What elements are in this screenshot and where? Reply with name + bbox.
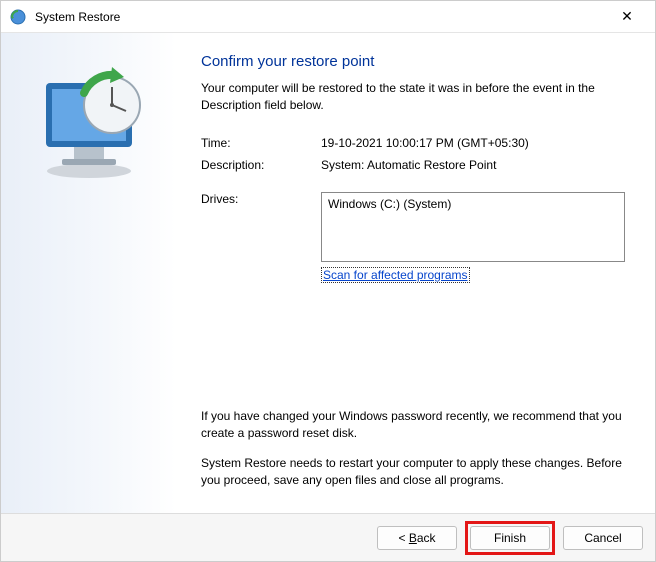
notes: If you have changed your Windows passwor… xyxy=(201,408,625,503)
description-row: Description: System: Automatic Restore P… xyxy=(201,158,625,172)
restore-hero-icon xyxy=(24,53,154,183)
description-label: Description: xyxy=(201,158,321,172)
drives-listbox[interactable]: Windows (C:) (System) xyxy=(321,192,625,262)
main-content: Confirm your restore point Your computer… xyxy=(176,33,655,513)
drives-label: Drives: xyxy=(201,192,321,262)
cancel-button[interactable]: Cancel xyxy=(563,526,643,550)
window-title: System Restore xyxy=(35,10,120,24)
back-button[interactable]: < Back xyxy=(377,526,457,550)
system-restore-window: System Restore ✕ Confirm your restore po… xyxy=(0,0,656,562)
scan-affected-programs-link[interactable]: Scan for affected programs xyxy=(321,267,470,283)
finish-highlight: Finish xyxy=(465,521,555,555)
drives-row: Drives: Windows (C:) (System) xyxy=(201,192,625,262)
time-label: Time: xyxy=(201,136,321,150)
finish-button[interactable]: Finish xyxy=(470,526,550,550)
close-button[interactable]: ✕ xyxy=(607,2,647,32)
intro-text: Your computer will be restored to the st… xyxy=(201,80,625,114)
password-note: If you have changed your Windows passwor… xyxy=(201,408,625,442)
restart-note: System Restore needs to restart your com… xyxy=(201,455,625,489)
description-value: System: Automatic Restore Point xyxy=(321,158,625,172)
drive-item[interactable]: Windows (C:) (System) xyxy=(328,197,618,211)
time-row: Time: 19-10-2021 10:00:17 PM (GMT+05:30) xyxy=(201,136,625,150)
titlebar: System Restore ✕ xyxy=(1,1,655,33)
system-restore-icon xyxy=(9,8,27,26)
dialog-body: Confirm your restore point Your computer… xyxy=(1,33,655,513)
heading: Confirm your restore point xyxy=(201,53,625,70)
scan-link-row: Scan for affected programs xyxy=(321,268,625,282)
time-value: 19-10-2021 10:00:17 PM (GMT+05:30) xyxy=(321,136,625,150)
sidebar xyxy=(1,33,176,513)
footer: < Back Finish Cancel xyxy=(1,513,655,561)
